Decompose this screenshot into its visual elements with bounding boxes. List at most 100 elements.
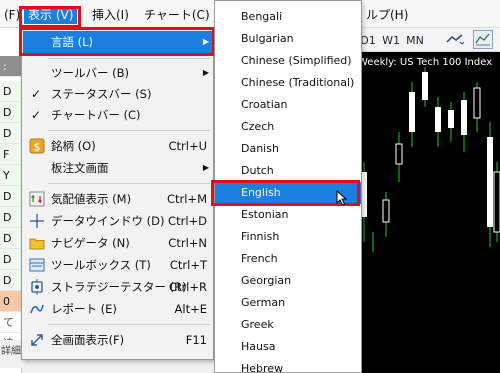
- language-item[interactable]: German: [215, 292, 361, 314]
- language-item[interactable]: Chinese (Simplified): [215, 50, 361, 72]
- crosshair-icon: [29, 213, 45, 229]
- language-item[interactable]: Danish: [215, 138, 361, 160]
- table-row[interactable]: D: [0, 228, 22, 249]
- language-item[interactable]: Chinese (Traditional): [215, 72, 361, 94]
- menu-item-order-book[interactable]: 板注文画面 ▶: [23, 157, 212, 179]
- menu-item-toolbar[interactable]: ツールバー (B) ▶: [23, 62, 212, 84]
- menu-file[interactable]: (F): [0, 6, 24, 24]
- submenu-arrow-icon: ▶: [202, 37, 209, 46]
- market-watch-header: : 09: [0, 56, 22, 94]
- menu-item-chart-bar[interactable]: ✓ チャートバー (C): [23, 104, 212, 126]
- table-row[interactable]: D: [0, 102, 22, 123]
- mouse-pointer-icon: [336, 190, 348, 206]
- menu-shortcut: Ctrl+M: [166, 192, 207, 206]
- menu-item-toolbox[interactable]: ツールボックス (T) Ctrl+T: [23, 254, 212, 276]
- dollar-icon: $: [29, 138, 45, 154]
- table-row[interactable]: D: [0, 207, 22, 228]
- timeframe-toolbar: D1 W1 MN: [355, 28, 500, 52]
- checkmark-icon: ✓: [31, 108, 42, 122]
- timeframe-w1-button[interactable]: W1: [380, 32, 402, 49]
- menu-help[interactable]: ルプ(H): [362, 6, 412, 24]
- menu-item-market-watch[interactable]: 気配値表示 (M) Ctrl+M: [23, 188, 212, 210]
- menu-view[interactable]: 表示 (V): [24, 6, 78, 24]
- menu-shortcut: Alt+E: [174, 302, 207, 316]
- menu-item-label: 全画面表示(F): [51, 333, 125, 347]
- menu-shortcut: Ctrl+N: [168, 236, 207, 250]
- details-tab-label: 詳細: [1, 346, 21, 357]
- menu-item-label: 板注文画面: [51, 161, 109, 175]
- menu-item-label: 気配値表示 (M): [51, 192, 132, 206]
- language-item[interactable]: Croatian: [215, 94, 361, 116]
- menu-item-label: ツールバー (B): [51, 66, 130, 80]
- checkmark-icon: ✓: [31, 87, 42, 101]
- timeframe-d1-button[interactable]: D1: [360, 32, 376, 49]
- language-item[interactable]: Hausa: [215, 336, 361, 358]
- menu-chart[interactable]: チャート(C): [140, 6, 214, 24]
- table-row[interactable]: D: [0, 81, 22, 102]
- submenu-arrow-icon: ▶: [202, 163, 209, 172]
- menu-divider: [48, 324, 210, 325]
- menu-item-status-bar[interactable]: ✓ ステータスバー (S): [23, 83, 212, 105]
- language-item[interactable]: Greek: [215, 314, 361, 336]
- language-item[interactable]: Estonian: [215, 204, 361, 226]
- menu-divider: [48, 130, 210, 131]
- menu-item-report[interactable]: レポート (E) Alt+E: [23, 298, 212, 320]
- menu-shortcut: Ctrl+R: [168, 280, 207, 294]
- table-row[interactable]: 0: [0, 291, 22, 312]
- details-tab[interactable]: 詳細: [0, 340, 22, 368]
- chart-title: Weekly: US Tech 100 Index: [358, 57, 493, 68]
- language-item[interactable]: Georgian: [215, 270, 361, 292]
- language-item[interactable]: Bulgarian: [215, 28, 361, 50]
- market-watch-strip: : 09 D D D F Y D D D D D 0 て追: [0, 28, 22, 373]
- submenu-arrow-icon: ▶: [202, 68, 209, 77]
- menu-shortcut: Ctrl+U: [168, 139, 207, 153]
- menu-item-label: ステータスバー (S): [51, 87, 152, 101]
- menu-shortcut: Ctrl+D: [168, 214, 207, 228]
- report-icon: [29, 301, 45, 317]
- view-menu: 言語 (L) ▶ ツールバー (B) ▶ ✓ ステータスバー (S) ✓ チャー…: [21, 27, 214, 360]
- menu-item-label: 銘柄 (O): [51, 139, 96, 153]
- fullscreen-icon: [29, 332, 45, 348]
- menu-item-symbols[interactable]: $ 銘柄 (O) Ctrl+U: [23, 135, 212, 157]
- toolbox-icon: [29, 257, 45, 273]
- language-item[interactable]: Finnish: [215, 226, 361, 248]
- indicator-line-icon[interactable]: [445, 30, 465, 49]
- menu-item-data-window[interactable]: データウインドウ (D) Ctrl+D: [23, 210, 212, 232]
- language-item[interactable]: French: [215, 248, 361, 270]
- table-row[interactable]: D: [0, 186, 22, 207]
- menu-shortcut: Ctrl+T: [169, 258, 207, 272]
- language-submenu: Bengali Bulgarian Chinese (Simplified) C…: [214, 0, 362, 373]
- folder-icon: [29, 235, 45, 251]
- table-row[interactable]: D: [0, 123, 22, 144]
- menu-item-label: レポート (E): [51, 302, 117, 316]
- menu-item-label: 言語 (L): [51, 35, 94, 49]
- price-chart[interactable]: Weekly: US Tech 100 Index: [355, 52, 500, 373]
- language-item[interactable]: Bengali: [215, 6, 361, 28]
- menu-item-navigator[interactable]: ナビゲータ (N) Ctrl+N: [23, 232, 212, 254]
- table-row[interactable]: D: [0, 270, 22, 291]
- hint-text: て追: [0, 312, 22, 350]
- chart-template-icon[interactable]: [473, 30, 493, 49]
- menu-item-label: データウインドウ (D): [51, 214, 165, 228]
- menu-shortcut: F11: [185, 333, 207, 347]
- language-item[interactable]: Dutch: [215, 160, 361, 182]
- menu-item-label: ツールボックス (T): [51, 258, 151, 272]
- menu-item-language[interactable]: 言語 (L) ▶: [23, 31, 212, 53]
- menu-item-label: ストラテジーテスター (R): [51, 280, 187, 294]
- menu-item-fullscreen[interactable]: 全画面表示(F) F11: [23, 329, 212, 351]
- language-item[interactable]: Czech: [215, 116, 361, 138]
- svg-text:$: $: [34, 141, 41, 154]
- table-row[interactable]: F: [0, 144, 22, 165]
- language-item[interactable]: Hebrew: [215, 358, 361, 373]
- market-watch-icon: [29, 191, 45, 207]
- tester-icon: [29, 279, 45, 295]
- menu-divider: [48, 183, 210, 184]
- table-row[interactable]: Y: [0, 165, 22, 186]
- timeframe-mn-button[interactable]: MN: [404, 32, 426, 49]
- table-row[interactable]: D: [0, 249, 22, 270]
- candles-graphic: [361, 67, 500, 252]
- menu-insert[interactable]: 挿入(I): [88, 6, 133, 24]
- menu-item-label: チャートバー (C): [51, 108, 141, 122]
- menu-item-label: ナビゲータ (N): [51, 236, 130, 250]
- menu-item-strategy-tester[interactable]: ストラテジーテスター (R) Ctrl+R: [23, 276, 212, 298]
